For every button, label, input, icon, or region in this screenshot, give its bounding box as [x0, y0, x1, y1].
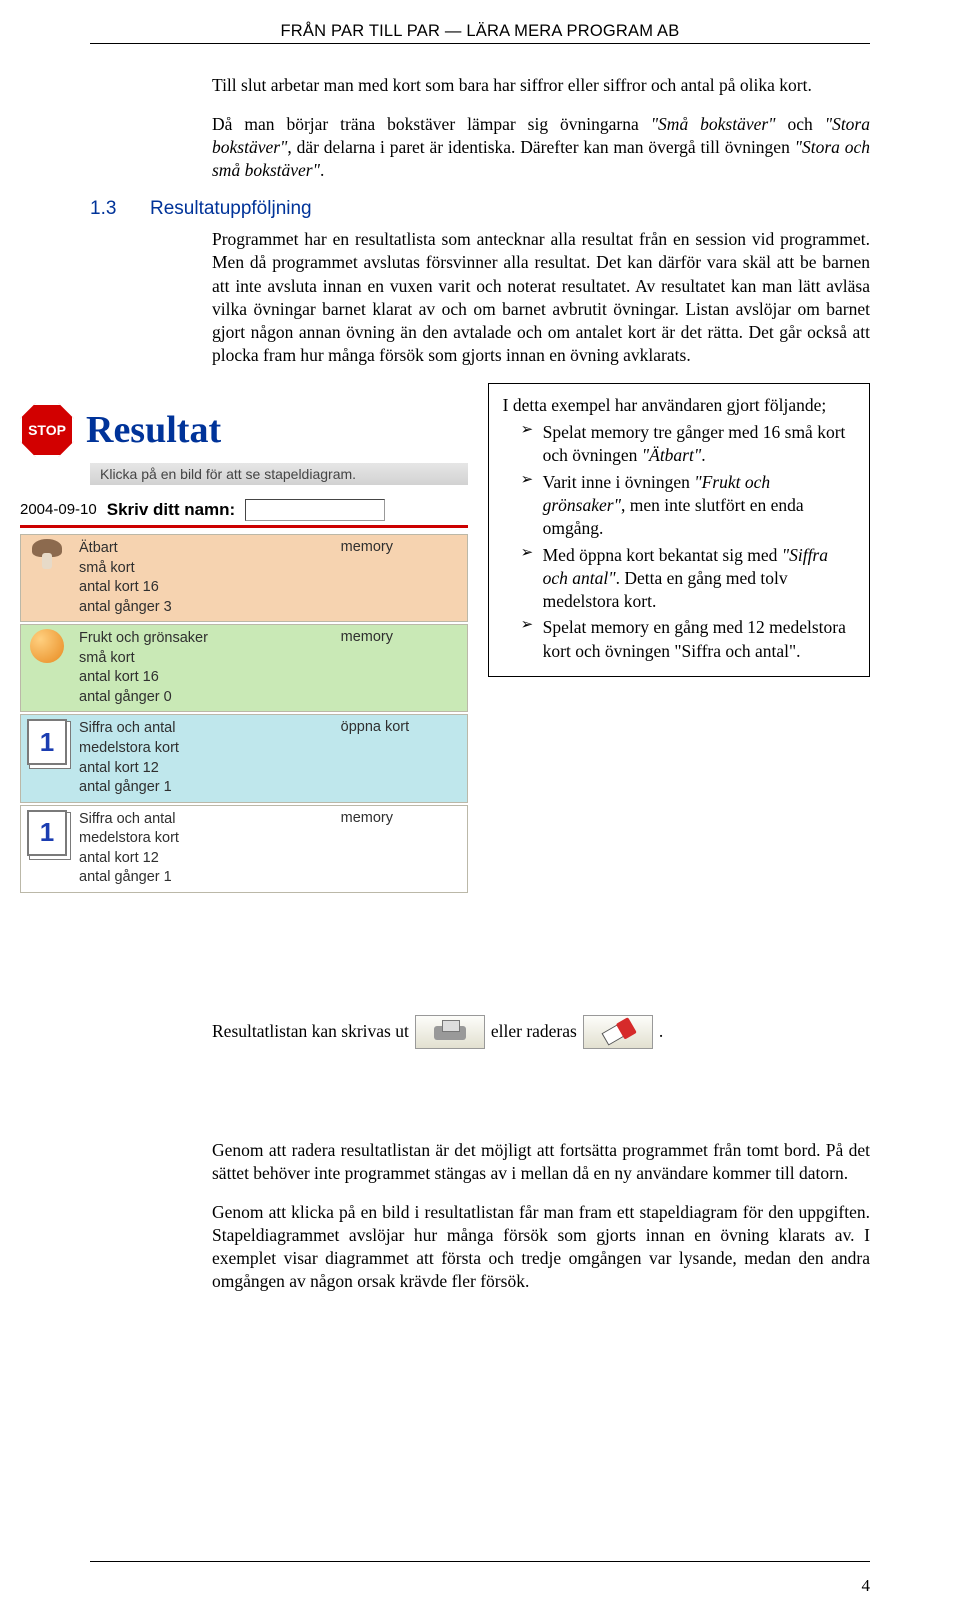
row-thumb[interactable]: 1 [21, 715, 73, 769]
section-title: Resultatuppföljning [150, 198, 312, 220]
row-info: Ätbartsmå kortantal kort 16antal gånger … [73, 535, 337, 621]
row-mode: öppna kort [337, 715, 467, 739]
example-bullet: Spelat memory en gång med 12 medelstora … [521, 616, 855, 663]
section-heading: 1.3 Resultatuppföljning [90, 198, 870, 220]
orange-icon [30, 629, 64, 663]
example-bullet: Varit inne i övningen "Frukt och grönsak… [521, 471, 855, 541]
result-row[interactable]: 1Siffra och antalmedelstora kortantal ko… [20, 714, 468, 802]
example-box: I detta exempel har användaren gjort föl… [488, 383, 870, 677]
text: . [320, 160, 324, 180]
text: eller raderas [491, 1021, 577, 1042]
digit-card-icon: 1 [27, 810, 67, 856]
result-subtitle: Klicka på en bild för att se stapeldiagr… [90, 463, 468, 485]
text: Då man börjar träna bokstäver lämpar sig… [212, 114, 651, 134]
result-title: Resultat [86, 408, 221, 452]
date-text: 2004-09-10 [20, 501, 97, 518]
example-bullet: Med öppna kort bekantat sig med "Siffra … [521, 544, 855, 614]
tail-para-2: Genom att klicka på en bild i resultatli… [212, 1201, 870, 1293]
text: . [701, 445, 705, 465]
result-row[interactable]: Ätbartsmå kortantal kort 16antal gånger … [20, 534, 468, 622]
divider [20, 525, 468, 528]
section-number: 1.3 [90, 198, 150, 220]
example-lead: I detta exempel har användaren gjort föl… [503, 394, 855, 417]
row-mode: memory [337, 625, 467, 649]
name-input[interactable] [245, 499, 385, 521]
page-header: FRÅN PAR TILL PAR — LÄRA MERA PROGRAM AB [90, 22, 870, 44]
text: "Små bokstäver" [651, 114, 776, 134]
text: "Ätbart" [642, 445, 701, 465]
text: Resultatlistan kan skrivas ut [212, 1021, 409, 1042]
row-info: Frukt och grönsakersmå kortantal kort 16… [73, 625, 337, 711]
intro-para-1: Till slut arbetar man med kort som bara … [212, 74, 870, 97]
util-line: Resultatlistan kan skrivas ut eller rade… [212, 1015, 870, 1049]
tail-para-1: Genom att radera resultatlistan är det m… [212, 1139, 870, 1185]
row-thumb[interactable] [21, 535, 73, 573]
page-number: 4 [862, 1576, 871, 1596]
text: och [776, 114, 825, 134]
row-info: Siffra och antalmedelstora kortantal kor… [73, 806, 337, 892]
result-row[interactable]: 1Siffra och antalmedelstora kortantal ko… [20, 805, 468, 893]
text: Med öppna kort bekantat sig med [543, 545, 782, 565]
text: Varit inne i övningen [543, 472, 695, 492]
result-screenshot: STOP Resultat Klicka på en bild för att … [20, 403, 468, 895]
stop-label: STOP [20, 403, 74, 457]
example-bullet: Spelat memory tre gånger med 16 små kort… [521, 421, 855, 468]
name-label: Skriv ditt namn: [107, 500, 235, 520]
footer-rule [90, 1561, 870, 1562]
eraser-icon [601, 1018, 634, 1045]
intro-para-2: Då man börjar träna bokstäver lämpar sig… [212, 113, 870, 182]
stop-icon[interactable]: STOP [20, 403, 74, 457]
erase-button[interactable] [583, 1015, 653, 1049]
row-thumb[interactable] [21, 625, 73, 667]
digit-card-icon: 1 [27, 719, 67, 765]
body-para-1: Programmet har en resultatlista som ante… [212, 228, 870, 367]
print-button[interactable] [415, 1015, 485, 1049]
result-row[interactable]: Frukt och grönsakersmå kortantal kort 16… [20, 624, 468, 712]
row-thumb[interactable]: 1 [21, 806, 73, 860]
text: , där delarna i paret är identiska. Däre… [287, 137, 794, 157]
mushroom-icon [30, 539, 64, 569]
text: . [659, 1021, 663, 1042]
printer-icon [434, 1020, 466, 1044]
row-mode: memory [337, 806, 467, 830]
row-info: Siffra och antalmedelstora kortantal kor… [73, 715, 337, 801]
row-mode: memory [337, 535, 467, 559]
